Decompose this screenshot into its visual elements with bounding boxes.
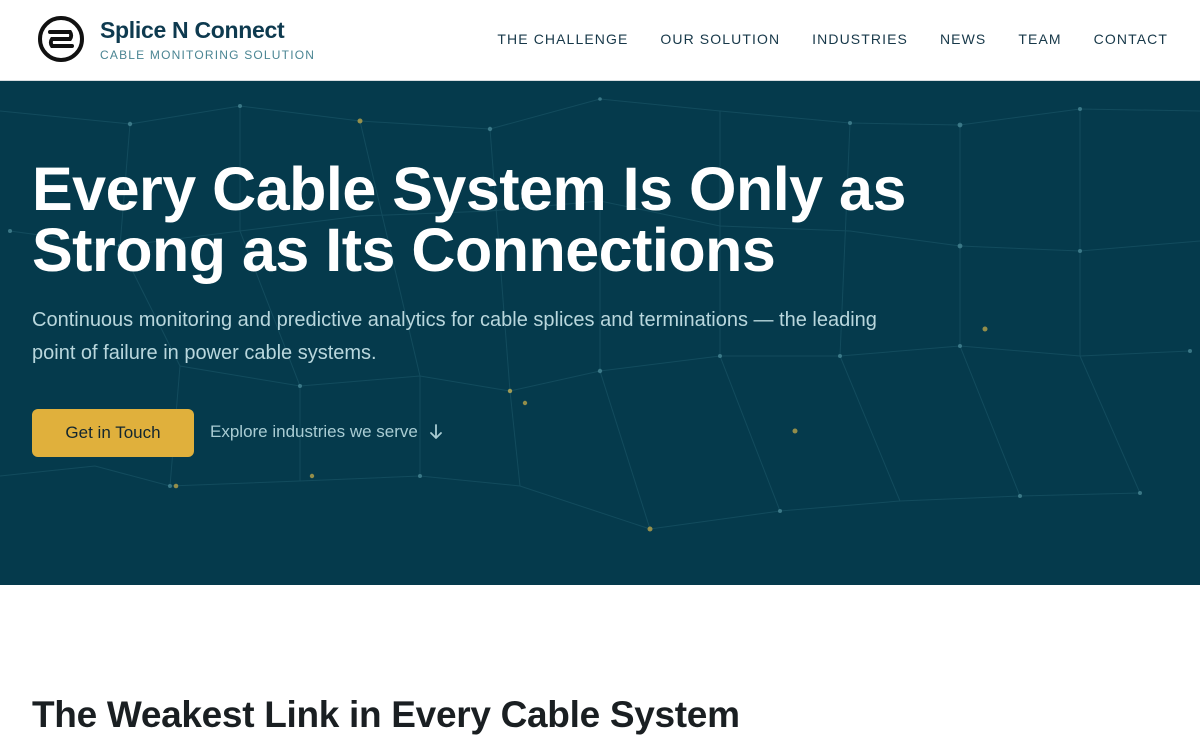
explore-industries-label: Explore industries we serve bbox=[210, 422, 418, 441]
nav-the-challenge[interactable]: THE CHALLENGE bbox=[497, 31, 628, 47]
splice-logo-icon[interactable] bbox=[36, 14, 86, 64]
hero-section: Every Cable System Is Only as Strong as … bbox=[0, 81, 1200, 585]
nav-industries[interactable]: INDUSTRIES bbox=[812, 31, 908, 47]
brand-tagline: CABLE MONITORING SOLUTION bbox=[100, 48, 316, 62]
brand-name[interactable]: Splice N Connect bbox=[100, 17, 285, 44]
explore-industries-link[interactable]: Explore industries we serve bbox=[210, 422, 444, 442]
nav-contact[interactable]: CONTACT bbox=[1094, 31, 1168, 47]
hero-title: Every Cable System Is Only as Strong as … bbox=[32, 155, 906, 284]
arrow-down-icon bbox=[429, 424, 442, 439]
challenge-section-title: The Weakest Link in Every Cable System bbox=[32, 694, 740, 735]
nav-our-solution[interactable]: OUR SOLUTION bbox=[660, 31, 780, 47]
hero-subtitle: Continuous monitoring and predictive ana… bbox=[32, 309, 877, 364]
get-in-touch-button[interactable]: Get in Touch bbox=[32, 409, 194, 457]
nav-news[interactable]: NEWS bbox=[940, 31, 986, 47]
nav-team[interactable]: TEAM bbox=[1018, 31, 1061, 47]
main-nav: THE CHALLENGE OUR SOLUTION INDUSTRIES NE… bbox=[497, 31, 1168, 47]
site-header: Splice N Connect CABLE MONITORING SOLUTI… bbox=[0, 0, 1200, 81]
